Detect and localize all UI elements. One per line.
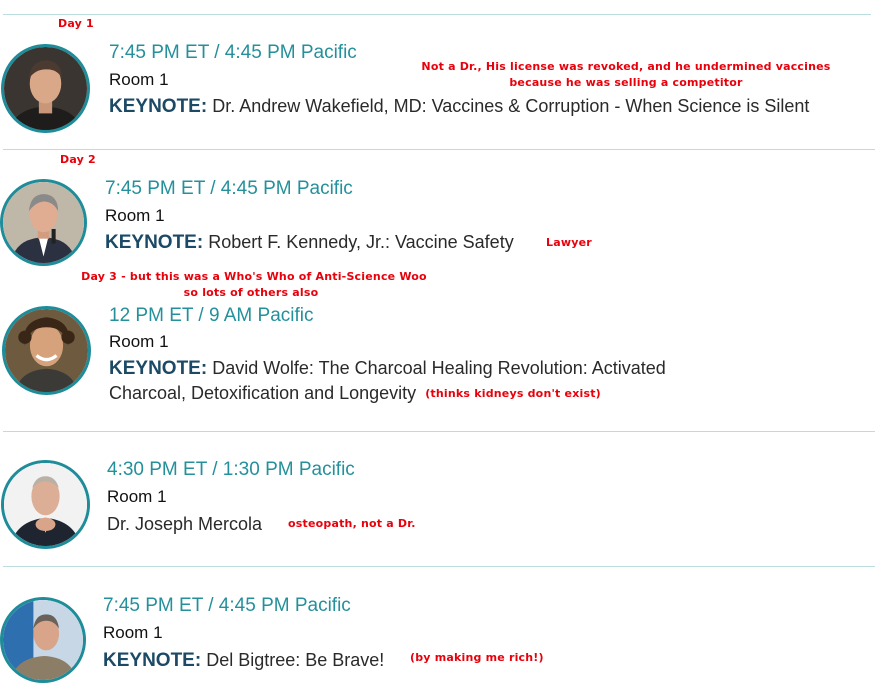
session-title: KEYNOTE: Robert F. Kennedy, Jr.: Vaccine… (105, 230, 514, 255)
talk-title-line: Charcoal, Detoxification and Longevity (… (109, 381, 666, 408)
session-time: 4:30 PM ET / 1:30 PM Pacific (107, 459, 355, 480)
session-title: Dr. Joseph Mercola (107, 512, 262, 536)
talk-title: Dr. Andrew Wakefield, MD: Vaccines & Cor… (212, 96, 810, 116)
divider (3, 431, 875, 432)
session-time: 7:45 PM ET / 4:45 PM Pacific (105, 178, 353, 199)
speaker-photo-icon (3, 182, 84, 263)
speaker-avatar (1, 460, 90, 549)
divider (3, 14, 871, 15)
annotation: Not a Dr., His license was revoked, and … (402, 60, 850, 89)
session-title: KEYNOTE: Del Bigtree: Be Brave! (103, 648, 384, 673)
speaker-photo-icon (4, 47, 87, 130)
speaker-avatar (2, 306, 91, 395)
session-title: KEYNOTE: David Wolfe: The Charcoal Heali… (109, 356, 666, 408)
speaker-avatar (0, 597, 86, 683)
talk-title: Robert F. Kennedy, Jr.: Vaccine Safety (208, 232, 514, 252)
talk-title-line: KEYNOTE: David Wolfe: The Charcoal Heali… (109, 356, 666, 381)
day-label: Day 1 (58, 17, 94, 30)
annotation: (thinks kidneys don't exist) (425, 387, 601, 400)
session-room: Room 1 (109, 332, 169, 351)
divider (3, 566, 875, 567)
day-label-line: Day 3 - but this was a Who's Who of Anti… (81, 270, 427, 283)
keynote-label: KEYNOTE: (109, 96, 208, 117)
talk-title: Dr. Joseph Mercola (107, 514, 263, 534)
keynote-label: KEYNOTE: (105, 232, 204, 253)
speaker-photo-icon (4, 463, 87, 546)
annotation-line: Not a Dr., His license was revoked, and … (421, 60, 831, 73)
annotation: (by making me rich!) (410, 651, 544, 664)
talk-title: Del Bigtree: Be Brave! (206, 650, 385, 670)
session-title: KEYNOTE: Dr. Andrew Wakefield, MD: Vacci… (109, 94, 809, 119)
keynote-label: KEYNOTE: (109, 358, 208, 379)
session-time: 7:45 PM ET / 4:45 PM Pacific (103, 595, 351, 616)
speaker-avatar (1, 44, 90, 133)
talk-title: David Wolfe: The Charcoal Healing Revolu… (212, 358, 666, 378)
day-label-line: so lots of others also (183, 286, 319, 299)
annotation: osteopath, not a Dr. (288, 517, 416, 530)
annotation-line: because he was selling a competitor (509, 76, 743, 89)
session-room: Room 1 (109, 70, 169, 89)
day-label: Day 3 - but this was a Who's Who of Anti… (56, 270, 452, 299)
talk-title: Charcoal, Detoxification and Longevity (109, 383, 417, 403)
session-room: Room 1 (105, 206, 165, 225)
session-time: 12 PM ET / 9 AM Pacific (109, 305, 314, 326)
session-time: 7:45 PM ET / 4:45 PM Pacific (109, 42, 357, 63)
divider (3, 149, 875, 150)
session-room: Room 1 (103, 623, 163, 642)
speaker-photo-icon (5, 309, 88, 392)
session-room: Room 1 (107, 487, 167, 506)
speaker-avatar (0, 179, 87, 266)
annotation: Lawyer (546, 236, 592, 249)
speaker-photo-icon (3, 600, 83, 680)
keynote-label: KEYNOTE: (103, 650, 202, 671)
day-label: Day 2 (60, 153, 96, 166)
